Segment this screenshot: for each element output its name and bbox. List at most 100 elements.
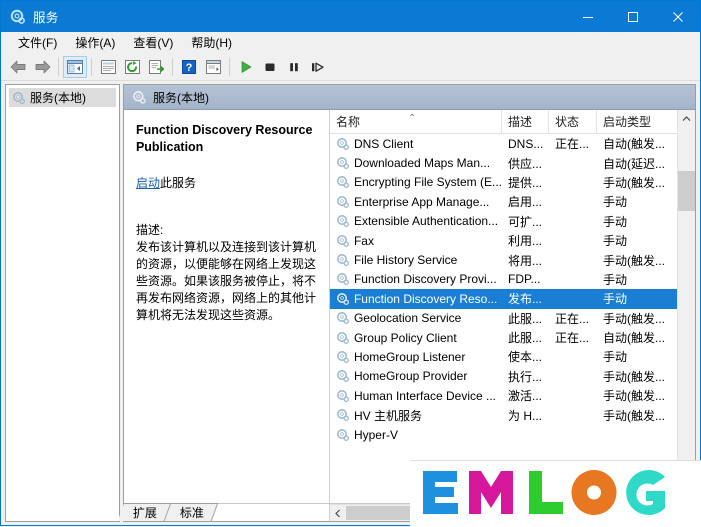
pause-service-icon[interactable] [282, 56, 306, 78]
list-header-row: 名称 ⌃ 描述 状态 启动类型 [329, 110, 677, 134]
cell-description: 提供... [508, 175, 543, 190]
tree-item-services-local[interactable]: 服务(本地) [9, 88, 116, 107]
show-console-tree-icon[interactable] [201, 56, 225, 78]
column-header-description[interactable]: 描述 [502, 110, 549, 133]
menu-help[interactable]: 帮助(H) [182, 33, 241, 53]
cell-description: 激活... [508, 389, 543, 404]
service-name-text: Human Interface Device ... [353, 388, 497, 403]
table-row[interactable]: HV 主机服务 为 H... 手动(触发... [330, 405, 677, 424]
service-name-text: Encrypting File System (E... [353, 175, 502, 190]
cell-startup-type: 手动 [603, 195, 628, 210]
start-service-icon[interactable] [234, 56, 258, 78]
service-gear-icon [336, 389, 350, 403]
cell-service-name: Enterprise App Manage... [330, 195, 502, 209]
service-gear-icon [336, 234, 350, 248]
service-detail-panel: Function Discovery Resource Publication … [123, 110, 329, 521]
show-hide-tree-icon[interactable] [63, 56, 87, 78]
cell-description: 执行... [508, 369, 543, 384]
window-controls [565, 1, 700, 32]
table-row[interactable]: HomeGroup Provider 执行... 手动(触发... [330, 367, 677, 386]
scroll-up-icon[interactable] [678, 110, 695, 127]
emlog-logo-icon [422, 470, 665, 515]
restart-service-icon[interactable] [306, 56, 330, 78]
panes: 服务(本地) 服务(本地) Function Discovery Resourc… [5, 84, 696, 522]
close-button[interactable] [655, 1, 700, 32]
table-row[interactable]: Function Discovery Reso... 发布... 手动 [329, 289, 677, 309]
vertical-scroll-track[interactable] [678, 127, 695, 504]
table-row[interactable]: Human Interface Device ... 激活... 手动(触发... [330, 386, 677, 405]
emlog-watermark [410, 460, 701, 527]
cell-description: 使本... [508, 350, 543, 365]
start-service-link[interactable]: 启动 [136, 176, 160, 190]
cell-service-name: HomeGroup Provider [330, 369, 502, 383]
cell-service-name: Function Discovery Reso... [330, 292, 502, 306]
table-row[interactable]: DNS Client DNS... 正在... 自动(触发... [330, 134, 677, 153]
table-row[interactable]: Function Discovery Provi... FDP... 手动 [330, 270, 677, 289]
cell-startup-type: 手动(触发... [603, 408, 665, 423]
cell-service-name: Function Discovery Provi... [330, 272, 502, 286]
service-name-text: HV 主机服务 [353, 408, 422, 423]
minimize-button[interactable] [565, 1, 610, 32]
table-row[interactable]: Hyper-V [330, 425, 677, 444]
service-gear-icon [336, 272, 350, 286]
service-name-text: Enterprise App Manage... [353, 194, 490, 209]
menu-file[interactable]: 文件(F) [9, 33, 66, 53]
cell-description: 将用... [508, 253, 543, 268]
forward-icon[interactable] [30, 56, 54, 78]
table-row[interactable]: Geolocation Service 此服... 正在... 手动(触发... [330, 309, 677, 328]
column-header-startup-type[interactable]: 启动类型 [597, 110, 677, 133]
properties-icon[interactable] [96, 56, 120, 78]
service-name-text: Downloaded Maps Man... [353, 156, 491, 171]
toolbar-separator [58, 58, 59, 76]
back-icon[interactable] [6, 56, 30, 78]
service-action-line: 启动此服务 [136, 174, 319, 191]
cell-description: FDP... [508, 272, 541, 287]
cell-description: 利用... [508, 234, 543, 249]
column-header-name[interactable]: 名称 ⌃ [330, 110, 502, 133]
table-row[interactable]: Extensible Authentication... 可扩... 手动 [330, 212, 677, 231]
tab-extended[interactable]: 扩展 [117, 503, 172, 521]
column-header-status[interactable]: 状态 [549, 110, 597, 133]
service-gear-icon [336, 331, 350, 345]
cell-startup-type: 手动(触发... [603, 253, 665, 268]
column-header-startup-type-label: 启动类型 [603, 115, 652, 129]
table-row[interactable]: Fax 利用... 手动 [330, 231, 677, 250]
tab-standard-label: 标准 [179, 506, 204, 520]
service-gear-icon [336, 408, 350, 422]
service-name-text: Fax [353, 233, 374, 248]
service-gear-icon [336, 253, 350, 267]
service-name-text: File History Service [353, 253, 458, 268]
service-action-suffix: 此服务 [159, 176, 196, 190]
menu-action[interactable]: 操作(A) [66, 33, 124, 53]
table-row[interactable]: Enterprise App Manage... 启用... 手动 [330, 192, 677, 211]
vertical-scroll-thumb[interactable] [678, 171, 695, 211]
column-header-description-label: 描述 [508, 115, 533, 129]
stop-service-icon[interactable] [258, 56, 282, 78]
window-title: 服务 [33, 11, 59, 25]
cell-description: 为 H... [508, 408, 543, 423]
console-tree-pane: 服务(本地) [5, 84, 120, 522]
table-row[interactable]: Downloaded Maps Man... 供应... 自动(延迟... [330, 153, 677, 172]
table-row[interactable]: Encrypting File System (E... 提供... 手动(触发..… [330, 173, 677, 192]
menu-view[interactable]: 查看(V) [124, 33, 182, 53]
table-row[interactable]: Group Policy Client 此服... 正在... 自动(触发... [330, 328, 677, 347]
cell-description: 此服... [508, 331, 543, 346]
service-name-text: Geolocation Service [353, 311, 462, 326]
services-gear-icon [10, 9, 26, 25]
view-tab-strip: 扩展 标准 [117, 501, 219, 521]
results-pane: 服务(本地) Function Discovery Resource Publi… [122, 84, 696, 522]
refresh-icon[interactable] [120, 56, 144, 78]
tab-standard[interactable]: 标准 [164, 503, 219, 521]
table-row[interactable]: File History Service 将用... 手动(触发... [330, 250, 677, 269]
export-list-icon[interactable] [144, 56, 168, 78]
help-icon[interactable]: ? [177, 56, 201, 78]
cell-status: 正在... [555, 311, 590, 326]
cell-service-name: Fax [330, 234, 502, 248]
cell-service-name: File History Service [330, 253, 502, 267]
service-gear-icon [336, 156, 350, 170]
table-row[interactable]: HomeGroup Listener 使本... 手动 [330, 347, 677, 366]
services-gear-icon [132, 90, 147, 105]
maximize-button[interactable] [610, 1, 655, 32]
cell-service-name: Downloaded Maps Man... [330, 156, 502, 170]
service-gear-icon [336, 350, 350, 364]
